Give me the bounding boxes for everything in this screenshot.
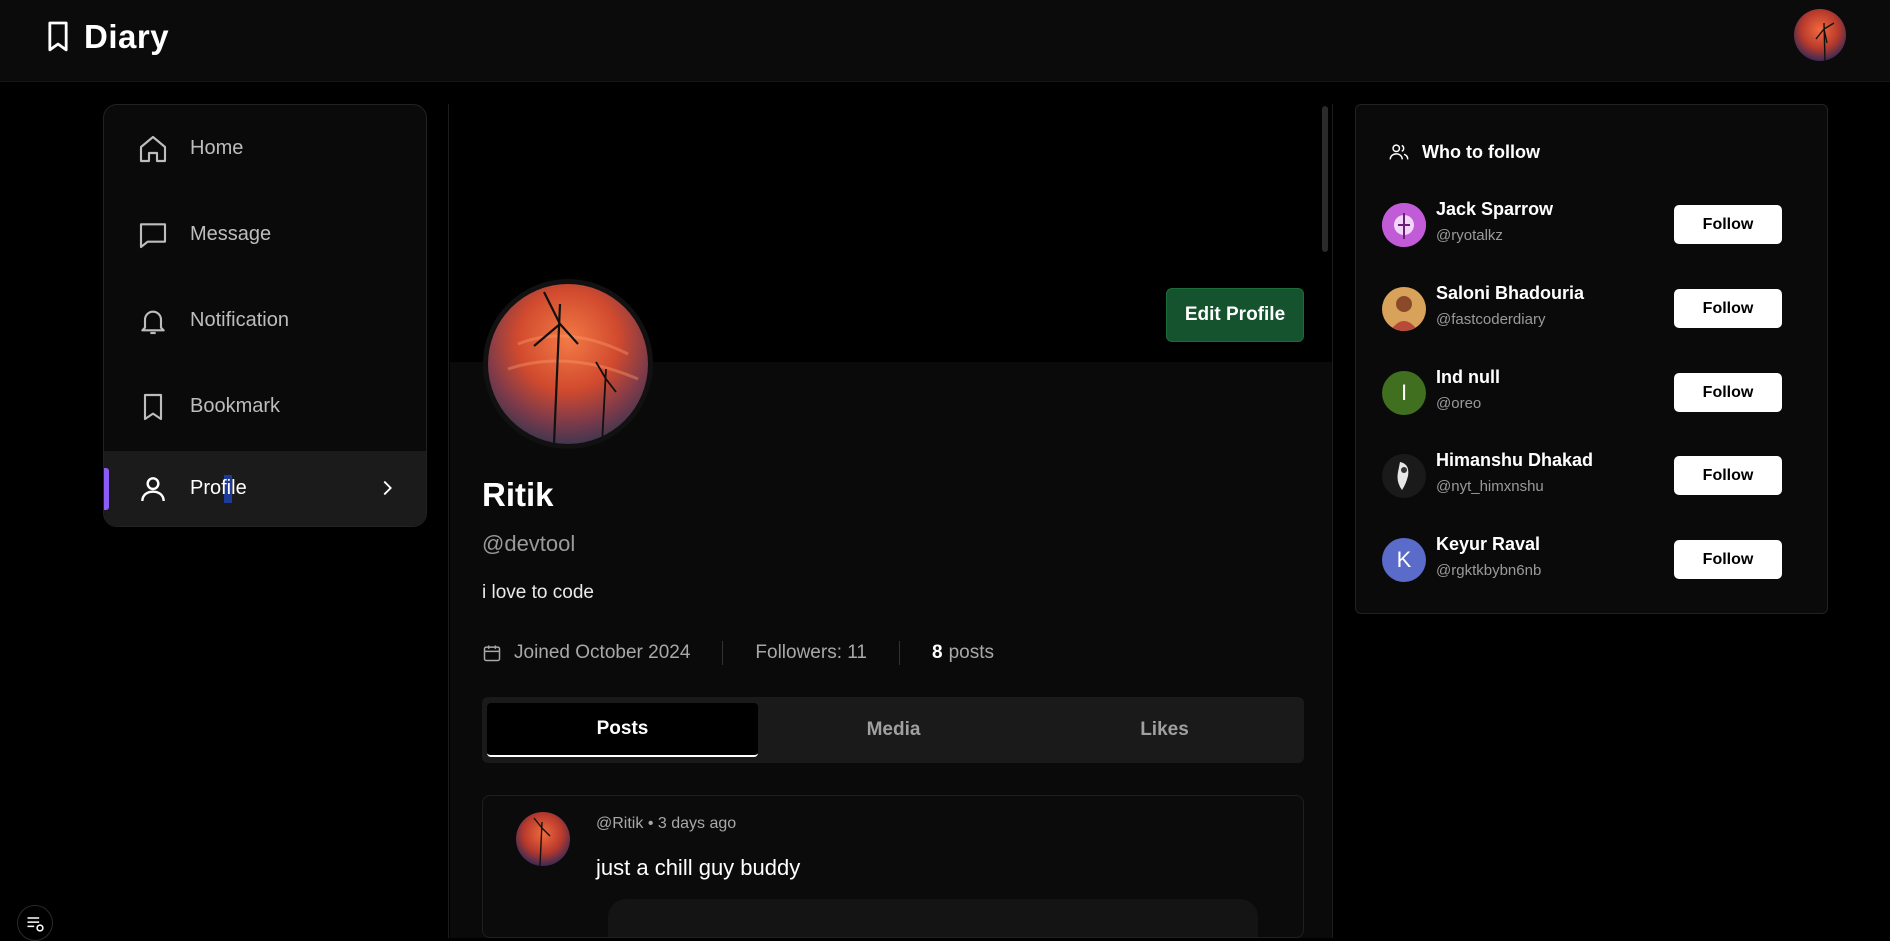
follow-suggestion: Jack Sparrow @ryotalkz Follow <box>1382 195 1802 255</box>
follow-user-handle: @fastcoderdiary <box>1436 311 1546 328</box>
bell-icon <box>141 310 165 335</box>
sidebar-item-bookmark[interactable]: Bookmark <box>104 369 426 445</box>
post-meta: @Ritik • 3 days ago <box>596 815 736 833</box>
sidebar-item-message[interactable]: Message <box>104 197 426 273</box>
tab-media[interactable]: Media <box>758 703 1029 757</box>
post-time: 3 days ago <box>657 815 737 832</box>
home-icon <box>139 135 167 163</box>
follow-suggestion: K Keyur Raval @rgktkbybn6nb Follow <box>1382 530 1802 590</box>
profile-meta: Joined October 2024 Followers: 11 8 post… <box>482 640 994 666</box>
follow-user-name[interactable]: Ind null <box>1436 367 1500 388</box>
follow-user-name[interactable]: Jack Sparrow <box>1436 199 1553 220</box>
tab-likes[interactable]: Likes <box>1029 703 1300 757</box>
column-divider <box>1332 104 1333 938</box>
follow-user-handle: @oreo <box>1436 395 1482 412</box>
profile-tabs: Posts Media Likes <box>482 697 1304 763</box>
follow-button[interactable]: Follow <box>1674 540 1782 579</box>
users-icon <box>1389 144 1409 160</box>
edit-profile-button[interactable]: Edit Profile <box>1166 288 1304 342</box>
post-author-avatar[interactable] <box>516 812 570 866</box>
sidebar-item-label: Notification <box>190 309 289 331</box>
follow-suggestion: Saloni Bhadouria @fastcoderdiary Follow <box>1382 279 1802 339</box>
joined-date: Joined October 2024 <box>514 642 691 663</box>
queue-list-icon[interactable] <box>17 905 53 941</box>
follow-button[interactable]: Follow <box>1674 289 1782 328</box>
avatar[interactable]: I <box>1382 371 1426 415</box>
user-icon <box>141 477 165 502</box>
sidebar-item-notification[interactable]: Notification <box>104 283 426 359</box>
follow-button[interactable]: Follow <box>1674 373 1782 412</box>
meta-divider <box>899 641 900 665</box>
who-to-follow-title: Who to follow <box>1388 141 1540 163</box>
sidebar-nav: Home Message Notification Bookmark Profi… <box>103 104 427 527</box>
followers-count[interactable]: Followers: 11 <box>755 642 867 664</box>
follow-user-name[interactable]: Himanshu Dhakad <box>1436 450 1593 471</box>
calendar-icon <box>483 645 501 662</box>
profile-name: Ritik <box>482 476 554 513</box>
profile-avatar[interactable] <box>483 279 653 449</box>
follow-suggestion: I Ind null @oreo Follow <box>1382 363 1802 423</box>
sidebar-item-label: Home <box>190 137 244 159</box>
brand[interactable]: Diary <box>44 18 169 56</box>
profile-handle: @devtool <box>482 531 576 556</box>
avatar[interactable] <box>1382 203 1426 247</box>
meta-divider <box>722 641 724 665</box>
follow-user-handle: @nyt_himxnshu <box>1436 478 1544 495</box>
posts-label: posts <box>948 642 994 663</box>
top-bar: Diary <box>0 0 1890 82</box>
bookmark-icon <box>143 393 163 421</box>
sidebar-item-label: Profile <box>190 477 247 499</box>
chevron-right-icon <box>383 480 392 496</box>
profile-bio: i love to code <box>482 582 594 603</box>
brand-name: Diary <box>84 18 170 55</box>
bookmark-icon <box>48 21 68 52</box>
posts-count: 8 <box>932 642 943 663</box>
post-text: just a chill guy buddy <box>596 855 801 880</box>
follow-user-handle: @rgktkbybn6nb <box>1436 562 1542 579</box>
sidebar-item-home[interactable]: Home <box>104 111 426 187</box>
follow-user-handle: @ryotalkz <box>1436 227 1503 244</box>
avatar[interactable] <box>1382 454 1426 498</box>
meta-separator: • <box>647 815 654 832</box>
column-divider <box>448 104 449 938</box>
sidebar-item-label: Message <box>190 223 272 245</box>
follow-button[interactable]: Follow <box>1674 456 1782 495</box>
message-icon <box>139 223 167 249</box>
follow-button[interactable]: Follow <box>1674 205 1782 244</box>
avatar[interactable]: K <box>1382 538 1426 582</box>
sidebar-item-label: Bookmark <box>190 395 281 417</box>
follow-user-name[interactable]: Saloni Bhadouria <box>1436 283 1584 304</box>
post-media[interactable] <box>608 899 1258 937</box>
post-card[interactable]: @Ritik • 3 days ago just a chill guy bud… <box>482 795 1304 938</box>
follow-suggestion: Himanshu Dhakad @nyt_himxnshu Follow <box>1382 446 1802 506</box>
scrollbar-thumb[interactable] <box>1322 106 1328 252</box>
post-author[interactable]: @Ritik <box>596 815 643 832</box>
user-avatar[interactable] <box>1794 9 1846 61</box>
follow-user-name[interactable]: Keyur Raval <box>1436 534 1540 555</box>
who-to-follow-panel: Who to follow Jack Sparrow @ryotalkz Fol… <box>1355 104 1828 614</box>
avatar[interactable] <box>1382 287 1426 331</box>
sidebar-item-profile[interactable]: Profile <box>104 451 426 526</box>
tab-posts[interactable]: Posts <box>487 703 758 757</box>
